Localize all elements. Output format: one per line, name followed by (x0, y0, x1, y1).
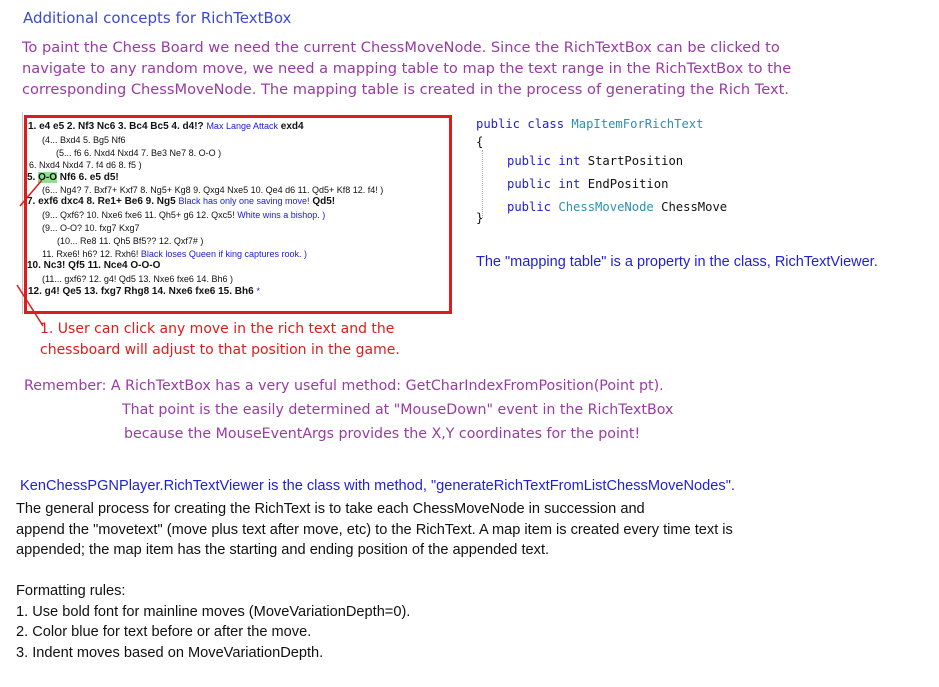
property-end: public int EndPosition (507, 177, 669, 191)
remember-line: Remember: A RichTextBox has a very usefu… (24, 378, 664, 394)
arrow-to-move (19, 179, 43, 207)
general-process: The general process for creating the Ric… (16, 499, 733, 561)
click-note-line: chessboard will adjust to that position … (40, 342, 400, 358)
remember-line: because the MouseEventArgs provides the … (124, 426, 641, 442)
remember-line: That point is the easily determined at "… (122, 402, 674, 418)
general-line: The general process for creating the Ric… (16, 501, 645, 517)
property-start: public int StartPosition (507, 154, 684, 168)
class-description: KenChessPGNPlayer.RichTextViewer is the … (20, 478, 735, 494)
class-declaration: public class MapItemForRichText (476, 117, 704, 131)
click-note-line: 1. User can click any move in the rich t… (40, 321, 395, 337)
remember-note: Remember: A RichTextBox has a very usefu… (24, 374, 673, 446)
rules-heading: Formatting rules: (16, 583, 126, 599)
open-brace: { (476, 135, 484, 149)
rule-item: 3. Indent moves based on MoveVariationDe… (16, 644, 324, 661)
indent-guide (482, 150, 483, 218)
rule-item: 2. Color blue for text before or after t… (16, 624, 312, 640)
property-chessmove: public ChessMoveNode ChessMove (507, 200, 728, 214)
mapping-note: The "mapping table" is a property in the… (476, 254, 878, 270)
formatting-rules: Formatting rules: 1. Use bold font for m… (16, 581, 410, 663)
rule-item: 1. Use bold font for mainline moves (Mov… (16, 603, 411, 620)
click-note: 1. User can click any move in the rich t… (40, 319, 400, 361)
general-line: append the "movetext" (move plus text af… (16, 521, 733, 538)
general-line: appended; the map item has the starting … (16, 542, 550, 558)
